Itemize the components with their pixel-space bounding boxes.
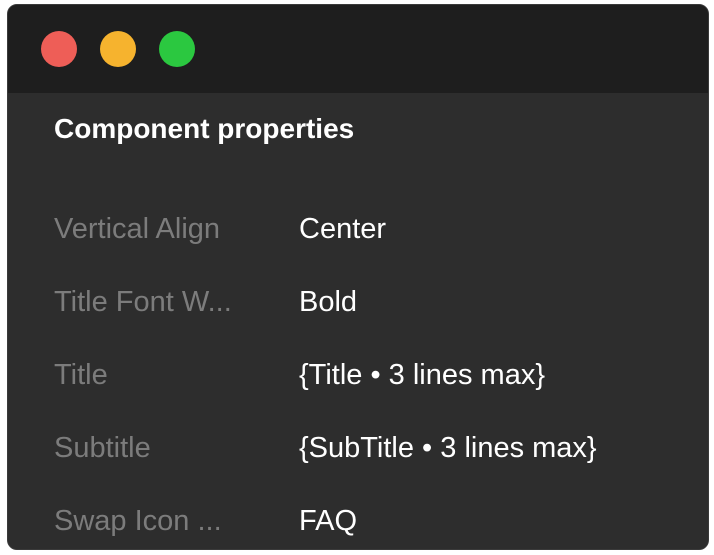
property-label: Vertical Align [54,213,221,245]
property-label: Swap Icon ... [54,505,222,537]
property-row-vertical-align[interactable]: Vertical Align Center [54,207,708,280]
window-titlebar [8,5,708,93]
component-properties-panel: Component properties Vertical Align Cent… [16,93,708,549]
property-value[interactable]: {SubTitle • 3 lines max} [299,426,597,470]
app-window: Component properties Vertical Align Cent… [7,4,709,550]
property-value[interactable]: FAQ [299,499,357,543]
property-list: Vertical Align Center Title Font W... Bo… [54,207,708,549]
property-row-title[interactable]: Title {Title • 3 lines max} [54,353,708,426]
window-maximize-button[interactable] [159,31,195,67]
window-close-button[interactable] [41,31,77,67]
property-value[interactable]: Bold [299,280,357,324]
property-row-title-font-weight[interactable]: Title Font W... Bold [54,280,708,353]
property-value[interactable]: Center [299,207,386,251]
property-row-subtitle[interactable]: Subtitle {SubTitle • 3 lines max} [54,426,708,499]
property-label: Title Font W... [54,286,232,318]
property-label: Title [54,359,108,391]
property-label: Subtitle [54,432,151,464]
property-value[interactable]: {Title • 3 lines max} [299,353,545,397]
panel-title: Component properties [54,113,355,144]
property-row-swap-icon[interactable]: Swap Icon ... FAQ [54,499,708,549]
window-minimize-button[interactable] [100,31,136,67]
